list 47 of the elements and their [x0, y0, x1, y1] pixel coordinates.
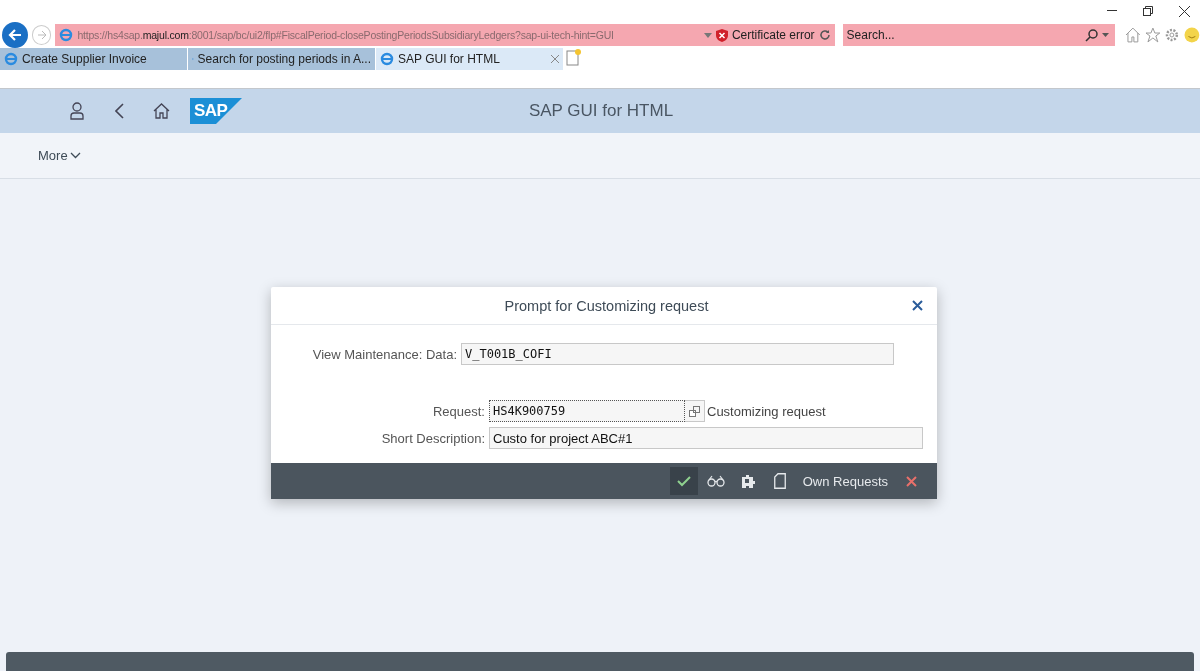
logo[interactable]: SAP — [190, 98, 242, 124]
input-field[interactable]: HS4K900759 — [489, 400, 685, 422]
url-text: https://hs4sap.majul.com:8001/sap/bc/ui2/flp#FiscalPeriod-closePostingPeriodsSubsidiaryLedgers?sap-ui-tech-hint=GUI — [77, 29, 615, 41]
input-field[interactable]: V_T001B_COFI — [461, 343, 894, 365]
close-icon — [905, 475, 917, 487]
person-icon — [70, 102, 84, 120]
caret-icon[interactable] — [1101, 33, 1109, 37]
chevron-left-icon — [114, 103, 124, 119]
home-icon[interactable] — [1124, 27, 1141, 43]
shell-title: SAP GUI for HTML — [528, 101, 674, 121]
puzzle-icon — [739, 474, 756, 488]
document-icon — [773, 473, 786, 489]
own-requests-button[interactable]: Own Requests — [797, 467, 893, 495]
certificate-error-text[interactable]: Certificate error — [731, 28, 815, 42]
confirm-button[interactable] — [669, 467, 698, 495]
shield-error-icon — [715, 28, 728, 42]
gear-icon[interactable] — [1164, 27, 1181, 43]
value-help-button[interactable] — [685, 400, 705, 422]
field-hint: Customizing request — [707, 403, 826, 419]
chevron-down-icon — [69, 152, 81, 159]
close-icon — [912, 300, 923, 311]
close-icon[interactable] — [1179, 5, 1190, 17]
address-bar[interactable]: https://hs4sap.majul.com:8001/sap/bc/ui2/flp#FiscalPeriod-closePostingPeriodsSubsidiaryLedgers?sap-ui-tech-hint=GUI Certificate error — [55, 24, 835, 46]
field-label: Request: — [431, 403, 486, 419]
input-field[interactable]: Custo for project ABC#1 — [489, 427, 923, 449]
more-menu[interactable]: More — [38, 148, 81, 163]
search-icon[interactable] — [1084, 28, 1098, 42]
glasses-icon — [706, 475, 725, 487]
arrow-left-icon — [7, 28, 22, 42]
back-button[interactable] — [2, 22, 28, 48]
minimize-icon[interactable] — [1107, 10, 1117, 12]
check-icon — [676, 475, 691, 487]
restore-icon[interactable] — [1143, 6, 1153, 16]
field-label: Short Description: — [380, 430, 486, 446]
refresh-icon[interactable] — [818, 29, 831, 41]
browser-tab[interactable]: Search for posting periods in A... — [188, 48, 376, 70]
home-icon — [152, 103, 170, 119]
dialog-title: Prompt for Customizing request — [503, 297, 710, 314]
browser-tab[interactable]: Create Supplier Invoice — [0, 48, 188, 70]
star-icon[interactable] — [1144, 27, 1161, 43]
caret-icon[interactable] — [703, 32, 712, 38]
smiley-icon[interactable] — [1184, 27, 1200, 43]
arrow-right-icon — [36, 30, 47, 40]
browser-tab[interactable]: SAP GUI for HTML — [376, 48, 564, 70]
close-button[interactable] — [912, 300, 923, 311]
copy-icon — [689, 405, 700, 417]
field-label: View Maintenance: Data: — [311, 346, 458, 362]
